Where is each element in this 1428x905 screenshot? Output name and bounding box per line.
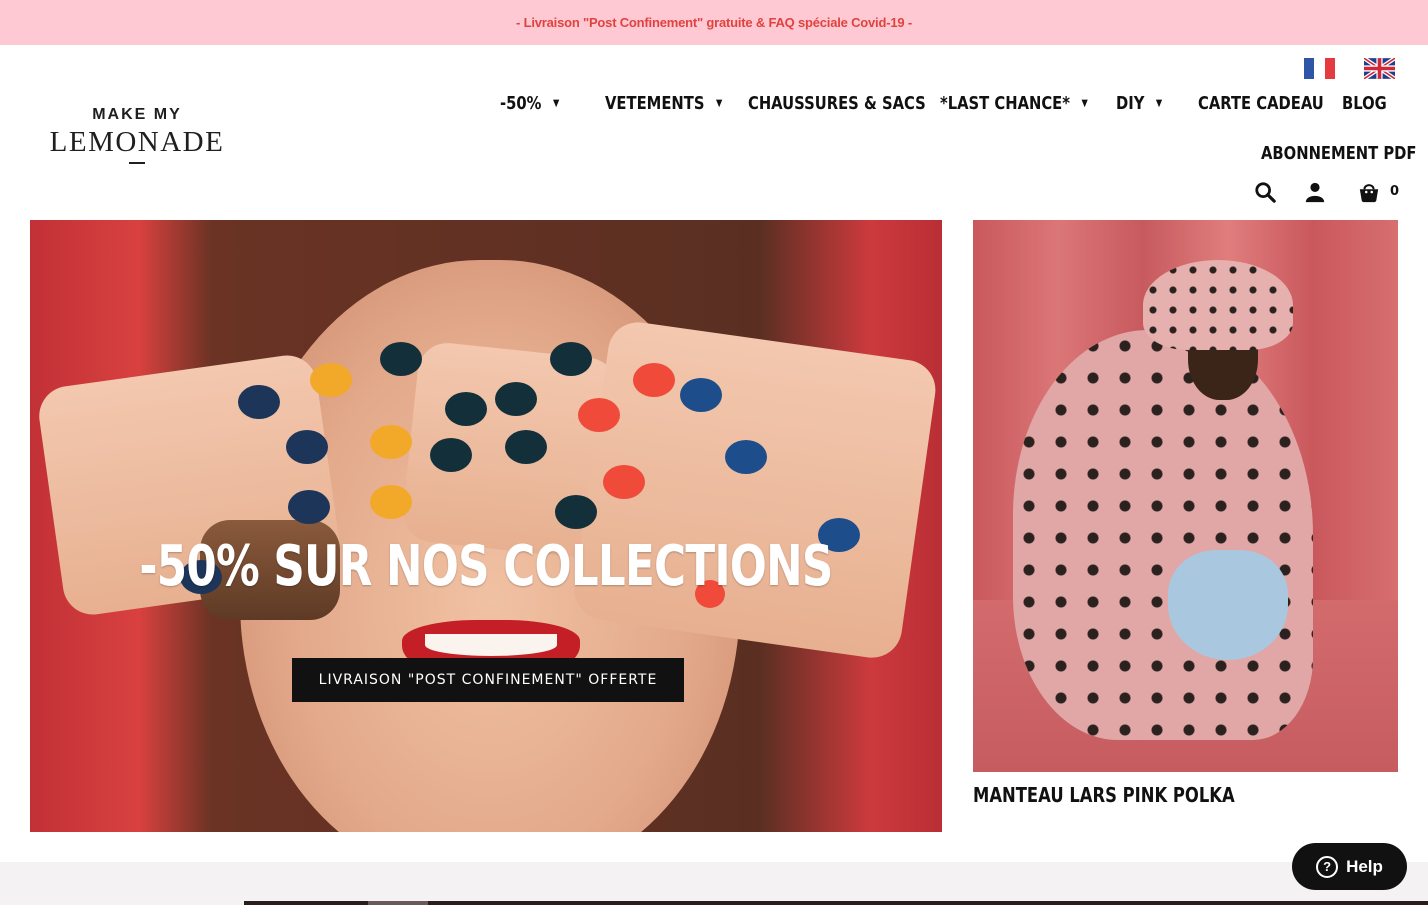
nav-item-blog[interactable]: BLOG xyxy=(1342,93,1387,114)
hero-image-nail xyxy=(380,342,422,376)
account-icon[interactable] xyxy=(1304,181,1326,203)
nav-item-abonnement-pdf[interactable]: ABONNEMENT PDF xyxy=(1261,143,1416,164)
announcement-text[interactable]: - Livraison "Post Confinement" gratuite … xyxy=(516,15,912,30)
hero-image-nail xyxy=(370,425,412,459)
nav-item-label: VETEMENTS xyxy=(605,93,705,114)
cart-count-badge[interactable]: 0 xyxy=(1390,184,1399,199)
hero-image-nail xyxy=(286,430,328,464)
side-product-image[interactable] xyxy=(973,220,1398,772)
hero-image-nail xyxy=(603,465,645,499)
hero-image-nail xyxy=(238,385,280,419)
footer-band xyxy=(0,862,1428,905)
hero-image-nail xyxy=(288,490,330,524)
nav-item-vetements[interactable]: VETEMENTS ▼ xyxy=(605,93,722,114)
nav-item-label: BLOG xyxy=(1342,93,1387,114)
nav-item-carte-cadeau[interactable]: CARTE CADEAU xyxy=(1198,93,1324,114)
hero-image-nail xyxy=(310,363,352,397)
nav-item-last-chance[interactable]: *LAST CHANCE* ▼ xyxy=(940,93,1088,114)
hero-banner[interactable]: -50% SUR NOS COLLECTIONS LIVRAISON "POST… xyxy=(30,220,942,832)
hero-image-nail xyxy=(725,440,767,474)
chevron-down-icon: ▼ xyxy=(1081,98,1088,109)
side-product-caption[interactable]: MANTEAU LARS PINK POLKA xyxy=(973,783,1235,807)
chevron-down-icon: ▼ xyxy=(1155,98,1163,109)
nav-item-label: DIY xyxy=(1116,93,1145,114)
hero-title: -50% SUR NOS COLLECTIONS xyxy=(139,534,833,599)
help-question-icon: ? xyxy=(1316,855,1339,878)
search-icon[interactable] xyxy=(1254,181,1276,203)
announcement-bar[interactable]: - Livraison "Post Confinement" gratuite … xyxy=(0,0,1428,45)
cart-icon[interactable] xyxy=(1358,181,1380,203)
nav-item-label: CARTE CADEAU xyxy=(1198,93,1324,114)
nav-item-diy[interactable]: DIY ▼ xyxy=(1116,93,1162,114)
help-label: Help xyxy=(1346,856,1383,876)
hero-image-nail xyxy=(445,392,487,426)
hero-image-nail xyxy=(550,342,592,376)
hero-image-nail xyxy=(495,382,537,416)
chevron-down-icon: ▼ xyxy=(552,98,560,109)
hero-image-nail xyxy=(578,398,620,432)
nav-item-label: ABONNEMENT PDF xyxy=(1261,143,1417,164)
hero-image-teeth xyxy=(425,634,557,656)
nav-item-50[interactable]: -50% ▼ xyxy=(500,93,559,114)
hero-image-nail xyxy=(430,438,472,472)
footer-image-strip-accent xyxy=(368,901,428,905)
fr-flag-icon[interactable] xyxy=(1304,58,1335,79)
side-image-skirt xyxy=(1168,550,1288,660)
logo-top-text: MAKE MY xyxy=(92,106,182,123)
nav-item-label: CHAUSSURES & SACS xyxy=(748,93,926,114)
hero-image-nail xyxy=(505,430,547,464)
logo-main-text: LEMONADE xyxy=(49,126,225,158)
chevron-down-icon: ▼ xyxy=(715,98,723,109)
nav-item-label: *LAST CHANCE* xyxy=(940,93,1070,114)
uk-flag-icon[interactable] xyxy=(1364,58,1395,79)
logo-underline xyxy=(129,162,145,164)
help-button[interactable]: ? Help xyxy=(1292,843,1407,890)
hero-image-nail xyxy=(633,363,675,397)
site-logo[interactable]: MAKE MY LEMONADE xyxy=(44,106,230,172)
hero-image-nail xyxy=(370,485,412,519)
nav-item-label: -50% xyxy=(500,93,542,114)
hero-cta-button[interactable]: LIVRAISON "POST CONFINEMENT" OFFERTE xyxy=(292,658,684,702)
hero-image-nail xyxy=(555,495,597,529)
hero-image-nail xyxy=(680,378,722,412)
side-image-coat xyxy=(1013,330,1313,740)
nav-item-chaussures-sacs[interactable]: CHAUSSURES & SACS xyxy=(748,93,926,114)
side-image-hat xyxy=(1143,260,1293,350)
